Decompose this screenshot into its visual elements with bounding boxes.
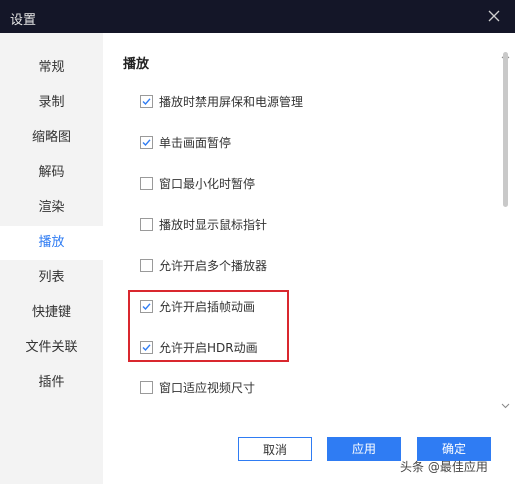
watermark: 头条 @最佳应用 [400, 460, 488, 474]
scroll-up-arrow-icon[interactable] [501, 44, 510, 59]
option-label: 播放时禁用屏保和电源管理 [159, 95, 304, 109]
checkmark-icon [142, 139, 151, 147]
sidebar-item-playback[interactable]: 播放 [0, 226, 103, 260]
sidebar-item-decoding[interactable]: 解码 [0, 156, 103, 190]
scrollbar[interactable] [501, 44, 510, 409]
checkbox[interactable] [140, 218, 153, 231]
section-title: 播放 [123, 57, 150, 72]
apply-button[interactable]: 应用 [327, 437, 401, 461]
sidebar-item-rendering[interactable]: 渲染 [0, 191, 103, 225]
sidebar-item-file-association[interactable]: 文件关联 [0, 331, 103, 365]
checkbox[interactable] [140, 136, 153, 149]
cancel-button[interactable]: 取消 [238, 437, 312, 461]
option-label: 允许开启多个播放器 [159, 259, 268, 273]
scroll-down-arrow-icon[interactable] [501, 394, 510, 409]
sidebar: 常规 录制 缩略图 解码 渲染 播放 列表 快捷键 文件关联 插件 [0, 33, 103, 484]
sidebar-item-general[interactable]: 常规 [0, 51, 103, 85]
checkbox[interactable] [140, 177, 153, 190]
checkmark-icon [142, 98, 151, 106]
checkbox[interactable] [140, 259, 153, 272]
sidebar-item-recording[interactable]: 录制 [0, 86, 103, 120]
checkbox[interactable] [140, 95, 153, 108]
option-label: 窗口适应视频尺寸 [159, 381, 256, 395]
sidebar-item-thumbnail[interactable]: 缩略图 [0, 121, 103, 155]
sidebar-item-playlist[interactable]: 列表 [0, 261, 103, 295]
option-label: 单击画面暂停 [159, 136, 232, 150]
sidebar-item-plugins[interactable]: 插件 [0, 366, 103, 400]
settings-dialog: 设置 常规 录制 缩略图 解码 渲染 播放 列表 快捷键 文件关联 插件 播放 … [0, 0, 515, 484]
option-label: 窗口最小化时暂停 [159, 177, 256, 191]
checkbox[interactable] [140, 381, 153, 394]
title-bar: 设置 [0, 0, 515, 33]
window-title: 设置 [10, 13, 37, 28]
scroll-thumb[interactable] [503, 52, 508, 207]
close-icon[interactable] [486, 8, 502, 24]
highlight-box [128, 290, 289, 362]
sidebar-item-shortcuts[interactable]: 快捷键 [0, 296, 103, 330]
option-label: 播放时显示鼠标指针 [159, 218, 268, 232]
